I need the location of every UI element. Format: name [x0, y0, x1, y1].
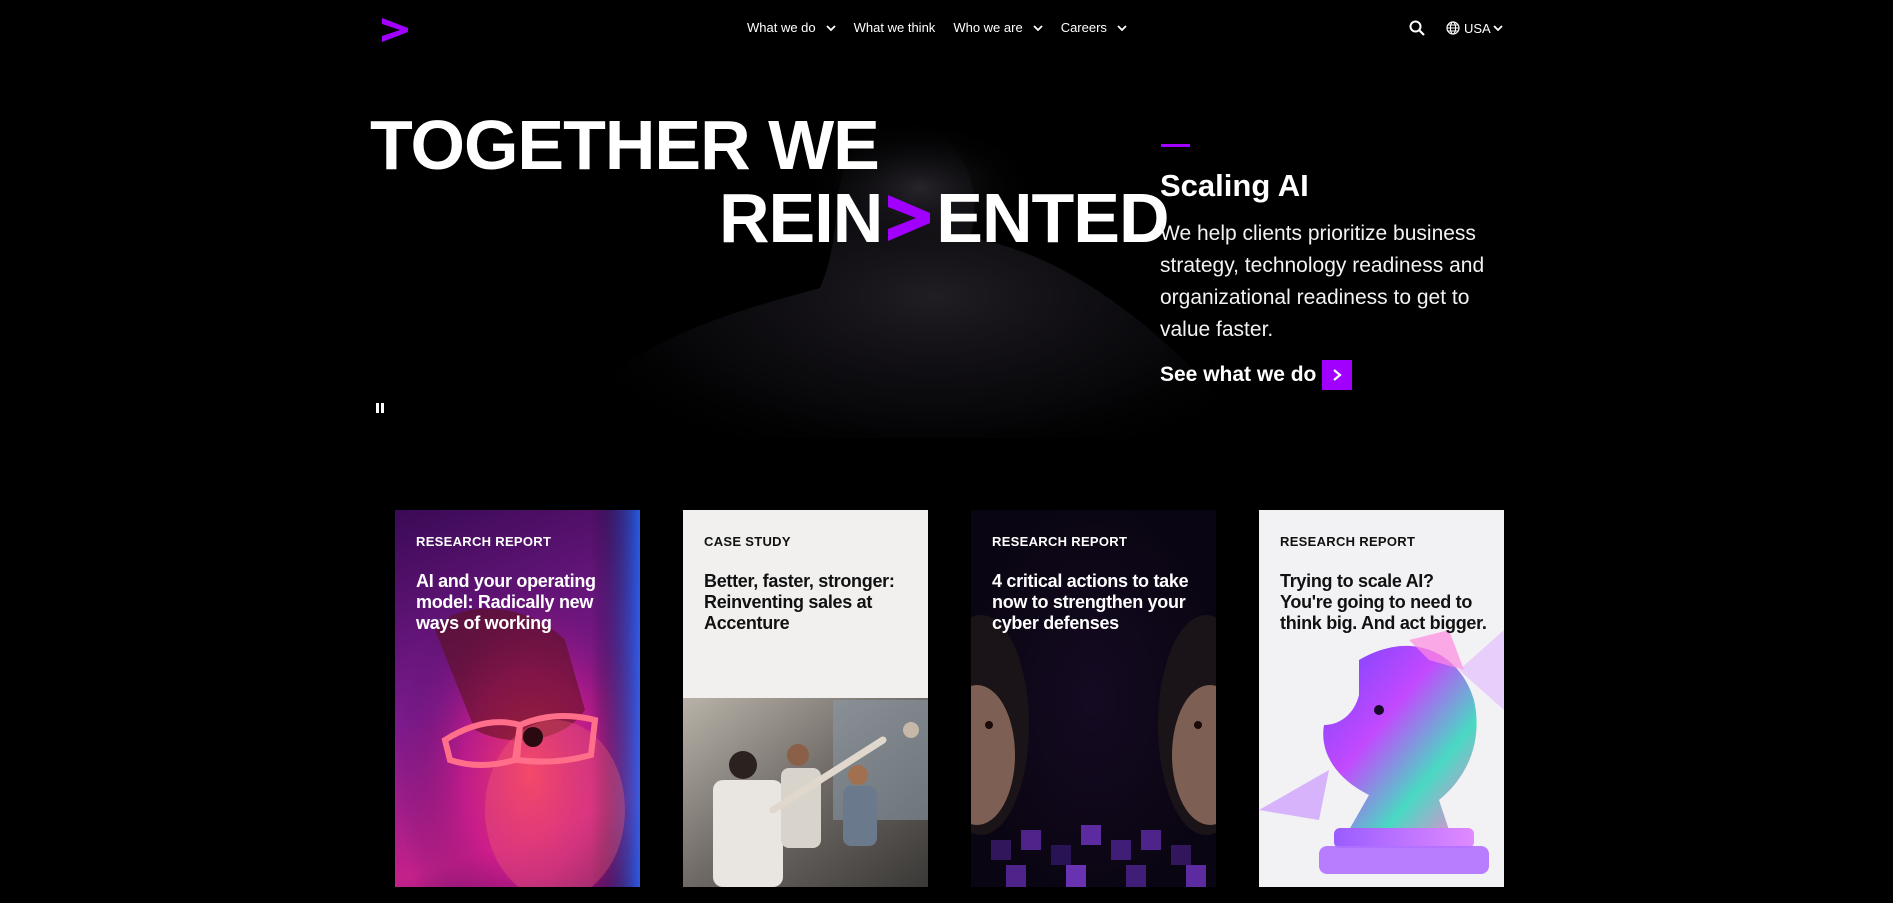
see-what-we-do-link[interactable]: See what we do [1160, 360, 1353, 390]
card-eyebrow: CASE STUDY [704, 534, 791, 549]
card-title: 4 critical actions to take now to streng… [992, 571, 1189, 633]
nav-item-careers[interactable]: Careers [1061, 20, 1127, 35]
nav-item-label: What we do [747, 20, 816, 35]
chevron-right-icon [1333, 369, 1343, 381]
hero-headline-line2: REIN ENTED [719, 179, 1170, 257]
card-scale-ai[interactable]: RESEARCH REPORT Trying to scale AI? You'… [1259, 510, 1504, 887]
chevron-down-icon [1033, 24, 1043, 31]
accent-divider [1161, 144, 1190, 147]
card-title: Better, faster, stronger: Reinventing sa… [704, 571, 895, 633]
accenture-logo-icon[interactable] [380, 16, 410, 44]
hero-headline-line1: TOGETHER WE [370, 106, 880, 184]
cta-label: See what we do [1160, 363, 1317, 386]
chevron-down-icon [1117, 24, 1127, 31]
card-eyebrow: RESEARCH REPORT [1280, 534, 1416, 549]
card-image-office-meeting [683, 698, 928, 887]
feature-description: We help clients prioritize business stra… [1160, 222, 1485, 341]
card-image-woman-glasses [395, 510, 640, 887]
nav-item-label: What we think [853, 20, 936, 35]
chevron-down-icon [1493, 25, 1503, 32]
card-title: AI and your operating model: Radically n… [416, 571, 596, 633]
card-title: Trying to scale AI? You're going to need… [1280, 571, 1487, 633]
nav-item-what-we-think[interactable]: What we think [854, 20, 936, 35]
hero-section: TOGETHER WE REIN ENTED Scaling AI We hel… [0, 58, 1893, 438]
main-nav: What we do What we think Who we are Care… [747, 20, 1145, 35]
nav-item-who-we-are[interactable]: Who we are [953, 20, 1043, 35]
card-eyebrow: RESEARCH REPORT [416, 534, 552, 549]
locale-label: USA [1464, 20, 1491, 36]
card-image-mirrored-faces [971, 510, 1216, 887]
card-sales-case-study[interactable]: CASE STUDY Better, faster, stronger: Rei… [683, 510, 928, 887]
card-eyebrow: RESEARCH REPORT [992, 534, 1128, 549]
card-image-chess-knight [1259, 630, 1504, 874]
header-utilities: USA [1408, 19, 1503, 37]
card-ai-operating-model[interactable]: RESEARCH REPORT AI and your operating mo… [395, 510, 640, 887]
nav-item-label: Who we are [953, 20, 1023, 35]
pause-icon[interactable] [376, 403, 386, 415]
site-header: What we do What we think Who we are Care… [0, 0, 1893, 58]
globe-icon [1446, 21, 1460, 35]
cta-arrow-button[interactable] [1322, 360, 1353, 390]
nav-item-label: Careers [1060, 20, 1107, 35]
card-cyber-defenses[interactable]: RESEARCH REPORT 4 critical actions to ta… [971, 510, 1216, 887]
chevron-down-icon [826, 24, 836, 31]
hero-headline-suffix: ENTED [936, 179, 1169, 257]
hero-headline-prefix: REIN [719, 179, 883, 257]
nav-item-what-we-do[interactable]: What we do [747, 20, 836, 35]
search-icon[interactable] [1408, 19, 1426, 37]
accent-arrow-icon [888, 195, 931, 241]
feature-title: Scaling AI [1160, 168, 1309, 203]
locale-selector[interactable]: USA [1446, 21, 1503, 36]
featured-cards: RESEARCH REPORT AI and your operating mo… [395, 510, 1505, 887]
